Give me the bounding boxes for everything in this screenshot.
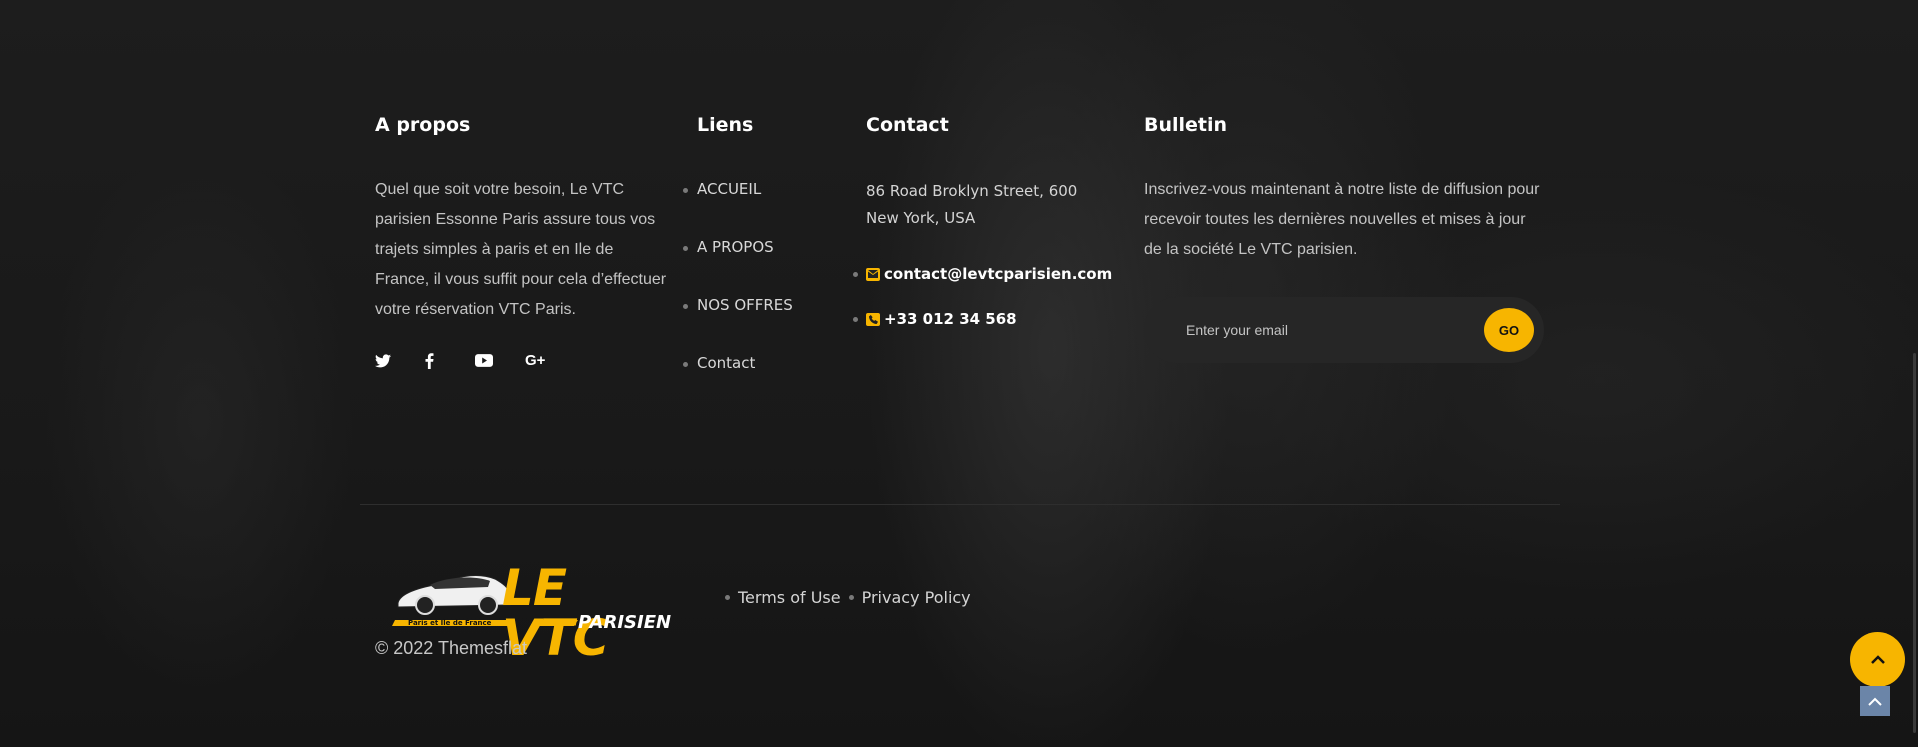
link-nos-offres[interactable]: NOS OFFRES: [683, 296, 793, 354]
chevron-up-icon: [1868, 697, 1882, 706]
contact-phone[interactable]: +33 012 34 568: [884, 310, 1017, 328]
newsletter-form: GO: [1144, 297, 1544, 363]
footer-divider: [360, 504, 1560, 505]
contact-phone-row: +33 012 34 568: [853, 310, 1017, 328]
bulletin-text: Inscrivez-vous maintenant à notre liste …: [1144, 181, 1540, 258]
contact-email[interactable]: contact@levtcparisien.com: [884, 265, 1112, 283]
contact-email-row: contact@levtcparisien.com: [853, 265, 1112, 283]
about-heading: A propos: [375, 114, 471, 136]
back-to-top-widget[interactable]: [1860, 686, 1890, 716]
chevron-up-icon: [1870, 654, 1885, 664]
bullet-dot: [725, 595, 730, 600]
facebook-icon[interactable]: [425, 352, 475, 369]
phone-icon: [866, 312, 880, 326]
logo-subtitle: PARISIEN: [578, 612, 672, 633]
terms-of-use-link[interactable]: Terms of Use: [738, 588, 841, 607]
links-list: ACCUEIL A PROPOS NOS OFFRES Contact: [683, 180, 793, 412]
link-a-propos[interactable]: A PROPOS: [683, 238, 793, 296]
newsletter-go-button[interactable]: GO: [1484, 308, 1534, 352]
bulletin-heading: Bulletin: [1144, 114, 1228, 136]
youtube-icon[interactable]: [475, 352, 525, 369]
address-line-1: 86 Road Broklyn Street, 600: [866, 182, 1078, 200]
social-links: G+: [375, 352, 575, 369]
bullet-dot: [848, 595, 854, 600]
footer-background: [0, 0, 1918, 747]
google-plus-icon[interactable]: G+: [525, 352, 575, 369]
page-scrollbar[interactable]: [1913, 353, 1916, 733]
contact-address: 86 Road Broklyn Street, 600 New York, US…: [866, 178, 1077, 232]
newsletter-email-input[interactable]: [1184, 321, 1468, 339]
logo-tagline: Paris et Ile de France: [408, 619, 492, 627]
site-logo[interactable]: Paris et Ile de France LE VTC PARISIEN: [390, 563, 675, 663]
scroll-to-top-button[interactable]: [1850, 632, 1905, 687]
links-heading: Liens: [697, 114, 754, 136]
about-text: Quel que soit votre besoin, Le VTC paris…: [375, 181, 667, 318]
link-contact[interactable]: Contact: [683, 354, 793, 412]
bullet-dot: [853, 316, 858, 322]
contact-heading: Contact: [866, 114, 949, 136]
link-accueil[interactable]: ACCUEIL: [683, 180, 793, 238]
envelope-icon: [866, 267, 880, 281]
bullet-dot: [853, 271, 858, 277]
twitter-icon[interactable]: [375, 352, 425, 369]
legal-links: Terms of Use Privacy Policy: [725, 588, 979, 607]
address-line-2: New York, USA: [866, 209, 976, 227]
copyright-text: © 2022 Themesflat: [375, 638, 528, 658]
privacy-policy-link[interactable]: Privacy Policy: [862, 588, 971, 607]
